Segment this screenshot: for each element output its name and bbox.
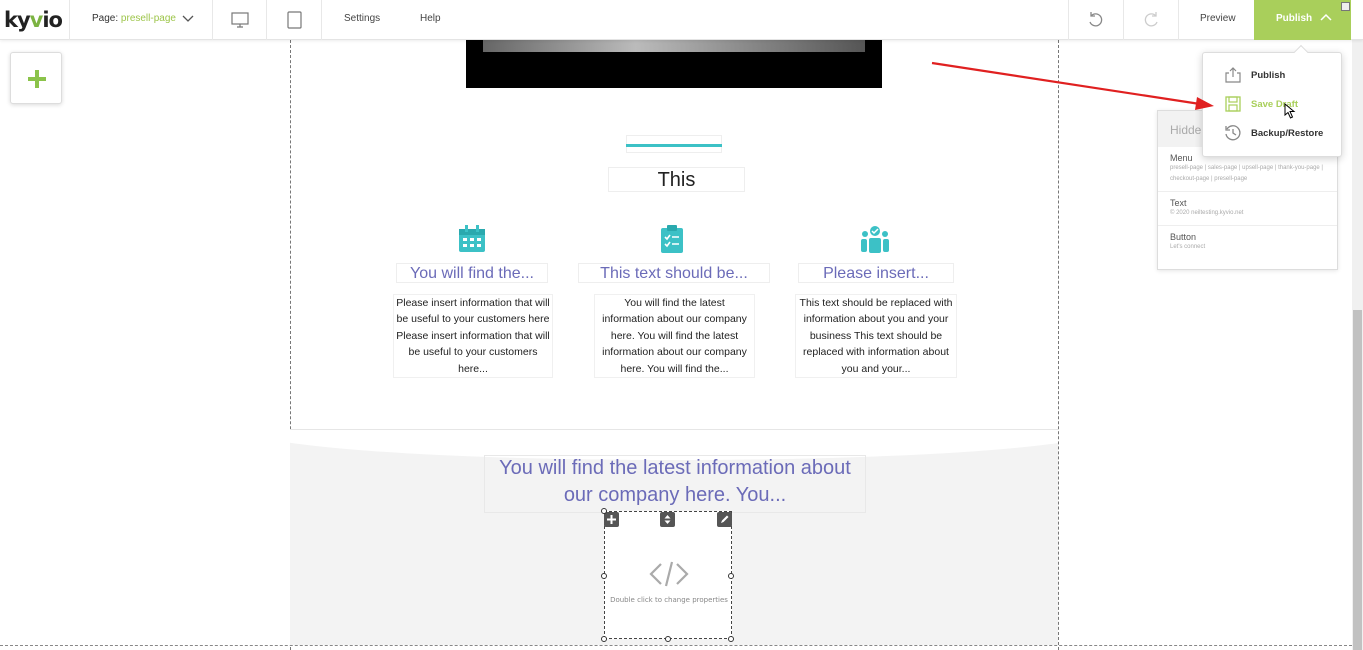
video-thumbnail: [483, 40, 865, 52]
page-selector[interactable]: Page: presell-page: [92, 13, 176, 24]
resize-handle[interactable]: [728, 636, 734, 642]
resize-handle[interactable]: [601, 636, 607, 642]
hidden-item-sub: © 2020 neiltesting.kyvio.net: [1170, 210, 1244, 216]
dropdown-caret: [1293, 44, 1309, 60]
feature-text-1[interactable]: Please insert information that will be u…: [393, 294, 553, 379]
toolbar-divider: [266, 0, 267, 40]
tablet-view-icon[interactable]: [286, 10, 304, 30]
canvas-right-guide: [1058, 40, 1059, 650]
kyvio-logo[interactable]: kyvio: [4, 8, 63, 32]
section-title[interactable]: This: [608, 167, 745, 192]
hidden-item-title: Text: [1170, 198, 1187, 208]
team-icon: [861, 226, 889, 253]
desktop-view-icon[interactable]: [231, 10, 249, 30]
vertical-scrollbar[interactable]: [1352, 40, 1363, 650]
help-menu[interactable]: Help: [420, 13, 441, 24]
move-block-control[interactable]: [660, 512, 675, 527]
video-element[interactable]: [466, 40, 882, 88]
custom-code-element[interactable]: Double click to change properties: [604, 511, 732, 639]
feature-text-3[interactable]: This text should be replaced with inform…: [795, 294, 957, 379]
add-block-control[interactable]: [604, 512, 619, 527]
code-icon: [649, 561, 689, 587]
mouse-cursor-icon: [1284, 103, 1296, 119]
feature-heading-3[interactable]: Please insert...: [798, 263, 954, 283]
resize-handle[interactable]: [601, 573, 607, 579]
publish-menu-label: Publish: [1251, 70, 1286, 81]
hidden-item-sub: Let's connect: [1170, 244, 1206, 250]
chevron-up-icon: [1320, 13, 1332, 21]
window-corner-icon[interactable]: [1341, 2, 1350, 11]
scrollbar-thumb[interactable]: [1353, 310, 1362, 650]
accent-divider: [626, 144, 722, 147]
publish-button[interactable]: Publish: [1254, 0, 1351, 40]
upload-icon: [1225, 67, 1241, 83]
canvas-bottom-guide: [0, 645, 1352, 646]
toolbar-divider: [212, 0, 213, 40]
edit-block-control[interactable]: [717, 512, 732, 527]
feature-heading-2[interactable]: This text should be...: [578, 263, 770, 283]
calendar-icon: [459, 225, 485, 252]
backup-restore-menu-label: Backup/Restore: [1251, 128, 1324, 139]
toolbar-divider: [69, 0, 70, 40]
toolbar-divider: [1123, 0, 1124, 40]
add-element-button[interactable]: [10, 52, 62, 104]
undo-icon[interactable]: [1087, 10, 1105, 30]
resize-handle[interactable]: [601, 508, 607, 514]
hidden-item-title: Button: [1170, 232, 1197, 242]
publish-dropdown: Publish Save Draft Backup/Restore: [1202, 44, 1343, 157]
top-toolbar: kyvio Page: presell-page Settings Help P…: [0, 0, 1363, 40]
preview-button[interactable]: Preview: [1200, 13, 1236, 24]
pencil-icon: [721, 515, 729, 523]
move-icon: [664, 515, 671, 524]
redo-icon[interactable]: [1142, 10, 1160, 30]
history-icon: [1225, 125, 1241, 141]
toolbar-divider: [1068, 0, 1069, 40]
publish-button-label: Publish: [1276, 13, 1313, 24]
hidden-item-button[interactable]: Button Let's connect: [1158, 226, 1337, 259]
save-draft-menu-item[interactable]: Save Draft: [1203, 92, 1343, 118]
settings-menu[interactable]: Settings: [344, 13, 380, 24]
clipboard-check-icon: [661, 225, 683, 253]
hidden-item-text[interactable]: Text © 2020 neiltesting.kyvio.net: [1158, 192, 1337, 226]
save-icon: [1225, 96, 1241, 112]
hidden-item-sub: presell-page | sales-page | upsell-page …: [1170, 165, 1323, 182]
feature-text-2[interactable]: You will find the latest information abo…: [594, 294, 755, 379]
chevron-down-icon[interactable]: [182, 12, 194, 24]
toolbar-divider: [1178, 0, 1179, 40]
backup-restore-menu-item[interactable]: Backup/Restore: [1203, 121, 1343, 147]
resize-handle[interactable]: [665, 636, 671, 642]
resize-handle[interactable]: [728, 573, 734, 579]
publish-menu-item[interactable]: Publish: [1203, 63, 1343, 89]
code-hint-text: Double click to change properties: [610, 596, 728, 604]
feature-heading-1[interactable]: You will find the...: [396, 263, 548, 283]
plus-icon: [607, 515, 616, 524]
section-big-text[interactable]: You will find the latest information abo…: [484, 455, 866, 509]
toolbar-divider: [321, 0, 322, 40]
plus-icon: [28, 70, 46, 88]
